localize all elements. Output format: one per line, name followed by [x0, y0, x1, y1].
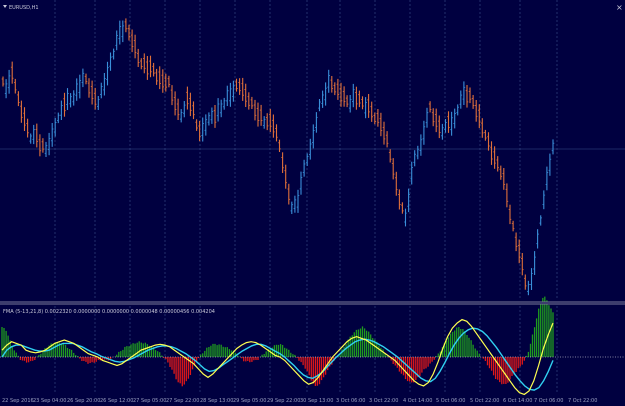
time-axis-label: 3 Oct 06:00: [336, 398, 365, 404]
price-bars[interactable]: [1, 18, 555, 296]
time-axis-label: 27 Sep 05:00: [133, 398, 166, 404]
time-axis-label: 6 Oct 14:00: [503, 398, 532, 404]
indicator-title: FMA (5-13,21,8) 0.0022320 0.0000000 0.00…: [3, 309, 215, 315]
chart-window[interactable]: EURUSD,H1 × FMA (5-13,21,8) 0.0022320 0.…: [0, 0, 625, 406]
time-axis-label: 27 Sep 22:00: [166, 398, 199, 404]
chart-title: EURUSD,H1: [9, 5, 39, 11]
time-axis-label: 30 Sep 13:00: [300, 398, 333, 404]
time-axis-label: 23 Sep 04:00: [33, 398, 66, 404]
dropdown-triangle-icon[interactable]: [3, 5, 7, 8]
time-axis-label: 29 Sep 22:00: [267, 398, 300, 404]
time-axis-label: 28 Sep 13:00: [200, 398, 233, 404]
time-axis-label: 22 Sep 2016: [2, 398, 34, 404]
indicator-grid: [54, 306, 558, 393]
time-axis-label: 7 Oct 22:00: [568, 398, 597, 404]
time-axis-label: 5 Oct 22:00: [470, 398, 499, 404]
time-axis-label: 29 Sep 05:00: [233, 398, 266, 404]
time-axis-label: 4 Oct 14:00: [403, 398, 432, 404]
price-grid: [0, 0, 625, 300]
time-axis: 22 Sep 2016 23 Sep 04:00 26 Sep 20:00 26 Se…: [2, 398, 597, 404]
time-axis-label: 26 Sep 12:00: [100, 398, 133, 404]
time-axis-label: 3 Oct 22:00: [369, 398, 398, 404]
time-axis-label: 7 Oct 06:00: [534, 398, 563, 404]
signal-line-slow: [1, 327, 554, 391]
time-axis-label: 26 Sep 20:00: [67, 398, 100, 404]
close-icon[interactable]: ×: [616, 3, 623, 12]
time-axis-label: 5 Oct 06:00: [436, 398, 465, 404]
chart-canvas[interactable]: EURUSD,H1 × FMA (5-13,21,8) 0.0022320 0.…: [0, 0, 625, 406]
